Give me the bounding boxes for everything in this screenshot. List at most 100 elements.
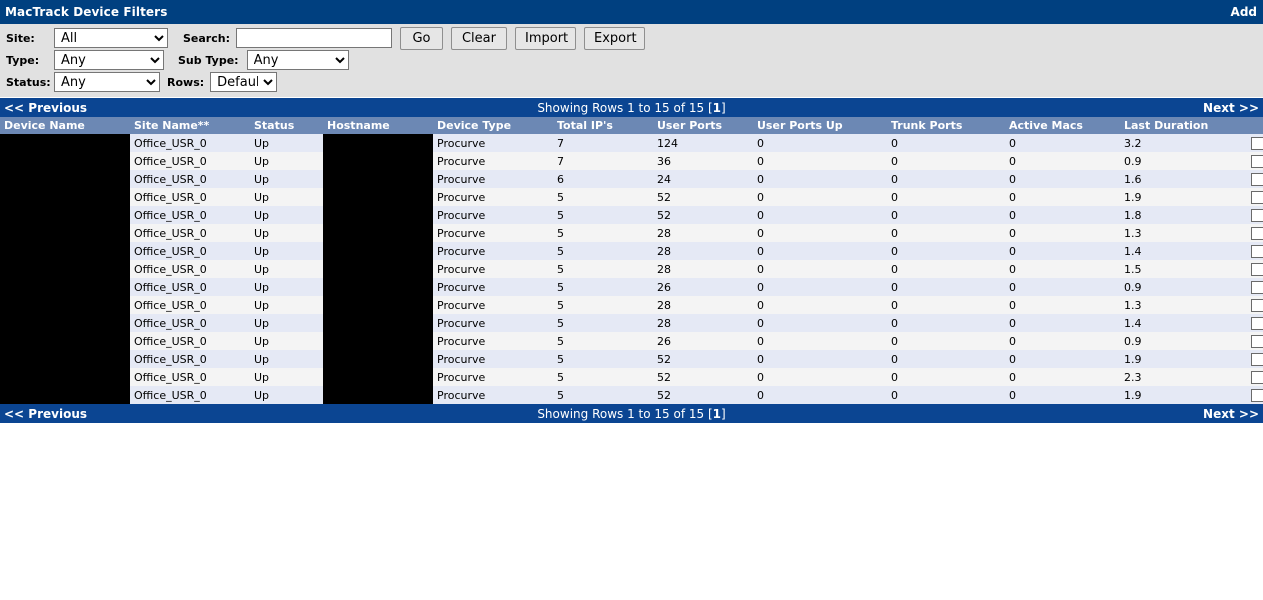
cell-device-type: Procurve: [433, 170, 553, 188]
table-row[interactable]: Office_USR_0 Up Procurve 5 52 0 0 0 1.9: [0, 386, 1263, 404]
row-select-checkbox[interactable]: [1251, 208, 1263, 222]
cell-trunk-ports: 0: [887, 206, 1005, 224]
redacted-device-name: [0, 152, 130, 170]
table-row[interactable]: Office_USR_0 Up Procurve 5 52 0 0 0 1.9: [0, 188, 1263, 206]
cell-last-duration: 0.9: [1120, 278, 1247, 296]
table-row[interactable]: Office_USR_0 Up Procurve 7 36 0 0 0 0.9: [0, 152, 1263, 170]
import-button[interactable]: Import: [514, 26, 576, 50]
type-select[interactable]: Any: [54, 50, 164, 70]
cell-device-type: Procurve: [433, 314, 553, 332]
column-header-hostname[interactable]: Hostname: [323, 117, 433, 134]
row-select-checkbox[interactable]: [1251, 388, 1263, 402]
column-header-device-type[interactable]: Device Type: [433, 117, 553, 134]
cell-active-macs: 0: [1005, 260, 1120, 278]
row-select-checkbox[interactable]: [1251, 316, 1263, 330]
cell-device-type: Procurve: [433, 260, 553, 278]
rows-select[interactable]: Default: [210, 72, 278, 92]
row-select-checkbox[interactable]: [1251, 190, 1263, 204]
row-select-checkbox[interactable]: [1251, 262, 1263, 276]
device-table: Device Name Site Name** Status Hostname …: [0, 117, 1263, 404]
row-select-checkbox[interactable]: [1251, 136, 1263, 150]
row-select-checkbox[interactable]: [1251, 370, 1263, 384]
table-row[interactable]: Office_USR_0 Up Procurve 5 28 0 0 0 1.5: [0, 260, 1263, 278]
status-select[interactable]: Any: [54, 72, 160, 92]
cell-active-macs: 0: [1005, 278, 1120, 296]
redacted-hostname: [323, 386, 433, 404]
table-row[interactable]: Office_USR_0 Up Procurve 5 28 0 0 0 1.4: [0, 314, 1263, 332]
cell-trunk-ports: 0: [887, 188, 1005, 206]
row-select-checkbox[interactable]: [1251, 172, 1263, 186]
cell-site-name: Office_USR_0: [130, 152, 250, 170]
subtype-select[interactable]: Any: [246, 50, 349, 70]
table-row[interactable]: Office_USR_0 Up Procurve 5 52 0 0 0 1.9: [0, 350, 1263, 368]
row-select-checkbox[interactable]: [1251, 244, 1263, 258]
column-header-user-ports-up[interactable]: User Ports Up: [753, 117, 887, 134]
table-row[interactable]: Office_USR_0 Up Procurve 5 28 0 0 0 1.3: [0, 296, 1263, 314]
filter-panel: Site: All Search: Go Clear Import Export…: [0, 24, 1263, 98]
cell-last-duration: 0.9: [1120, 152, 1247, 170]
cell-active-macs: 0: [1005, 170, 1120, 188]
row-select-checkbox[interactable]: [1251, 352, 1263, 366]
column-header-site-name[interactable]: Site Name**: [130, 117, 250, 134]
cell-user-ports: 28: [653, 224, 753, 242]
table-row[interactable]: Office_USR_0 Up Procurve 5 26 0 0 0 0.9: [0, 278, 1263, 296]
table-row[interactable]: Office_USR_0 Up Procurve 5 26 0 0 0 0.9: [0, 332, 1263, 350]
column-header-last-duration[interactable]: Last Duration: [1120, 117, 1247, 134]
table-row[interactable]: Office_USR_0 Up Procurve 6 24 0 0 0 1.6: [0, 170, 1263, 188]
add-link[interactable]: Add: [1231, 5, 1257, 19]
go-button[interactable]: Go: [399, 26, 443, 50]
cell-total-ips: 7: [553, 152, 653, 170]
table-row[interactable]: Office_USR_0 Up Procurve 5 28 0 0 0 1.3: [0, 224, 1263, 242]
redacted-device-name: [0, 188, 130, 206]
table-header-row: Device Name Site Name** Status Hostname …: [0, 117, 1263, 134]
next-link-bottom[interactable]: Next >>: [1203, 407, 1259, 421]
cell-user-ports-up: 0: [753, 296, 887, 314]
cell-trunk-ports: 0: [887, 278, 1005, 296]
cell-trunk-ports: 0: [887, 332, 1005, 350]
cell-select: [1247, 350, 1263, 368]
cell-total-ips: 5: [553, 224, 653, 242]
row-select-checkbox[interactable]: [1251, 226, 1263, 240]
redacted-hostname: [323, 134, 433, 152]
cell-site-name: Office_USR_0: [130, 170, 250, 188]
cell-status: Up: [250, 314, 323, 332]
next-link-top[interactable]: Next >>: [1203, 101, 1259, 115]
cell-trunk-ports: 0: [887, 242, 1005, 260]
search-input[interactable]: [235, 28, 392, 48]
column-header-device-name[interactable]: Device Name: [0, 117, 130, 134]
cell-trunk-ports: 0: [887, 152, 1005, 170]
table-row[interactable]: Office_USR_0 Up Procurve 5 28 0 0 0 1.4: [0, 242, 1263, 260]
type-label: Type:: [6, 53, 40, 67]
rows-label: Rows:: [167, 75, 205, 89]
table-row[interactable]: Office_USR_0 Up Procurve 5 52 0 0 0 1.8: [0, 206, 1263, 224]
row-select-checkbox[interactable]: [1251, 154, 1263, 168]
site-select[interactable]: All: [54, 28, 168, 48]
cell-select: [1247, 368, 1263, 386]
row-select-checkbox[interactable]: [1251, 334, 1263, 348]
showing-page-top[interactable]: 1: [713, 101, 721, 115]
column-header-trunk-ports[interactable]: Trunk Ports: [887, 117, 1005, 134]
cell-site-name: Office_USR_0: [130, 224, 250, 242]
redacted-hostname: [323, 332, 433, 350]
table-row[interactable]: Office_USR_0 Up Procurve 5 52 0 0 0 2.3: [0, 368, 1263, 386]
table-row[interactable]: Office_USR_0 Up Procurve 7 124 0 0 0 3.2: [0, 134, 1263, 152]
cell-trunk-ports: 0: [887, 350, 1005, 368]
showing-page-bottom[interactable]: 1: [713, 407, 721, 421]
redacted-device-name: [0, 386, 130, 404]
cell-device-type: Procurve: [433, 296, 553, 314]
row-select-checkbox[interactable]: [1251, 280, 1263, 294]
column-header-user-ports[interactable]: User Ports: [653, 117, 753, 134]
cell-total-ips: 5: [553, 332, 653, 350]
column-header-active-macs[interactable]: Active Macs: [1005, 117, 1120, 134]
export-button[interactable]: Export: [583, 26, 645, 50]
column-header-status[interactable]: Status: [250, 117, 323, 134]
cell-user-ports: 28: [653, 242, 753, 260]
pager-top: << Previous Showing Rows 1 to 15 of 15 […: [0, 98, 1263, 117]
cell-site-name: Office_USR_0: [130, 206, 250, 224]
column-header-total-ips[interactable]: Total IP's: [553, 117, 653, 134]
cell-active-macs: 0: [1005, 314, 1120, 332]
cell-select: [1247, 152, 1263, 170]
clear-button[interactable]: Clear: [450, 26, 507, 50]
cell-user-ports: 26: [653, 278, 753, 296]
row-select-checkbox[interactable]: [1251, 298, 1263, 312]
